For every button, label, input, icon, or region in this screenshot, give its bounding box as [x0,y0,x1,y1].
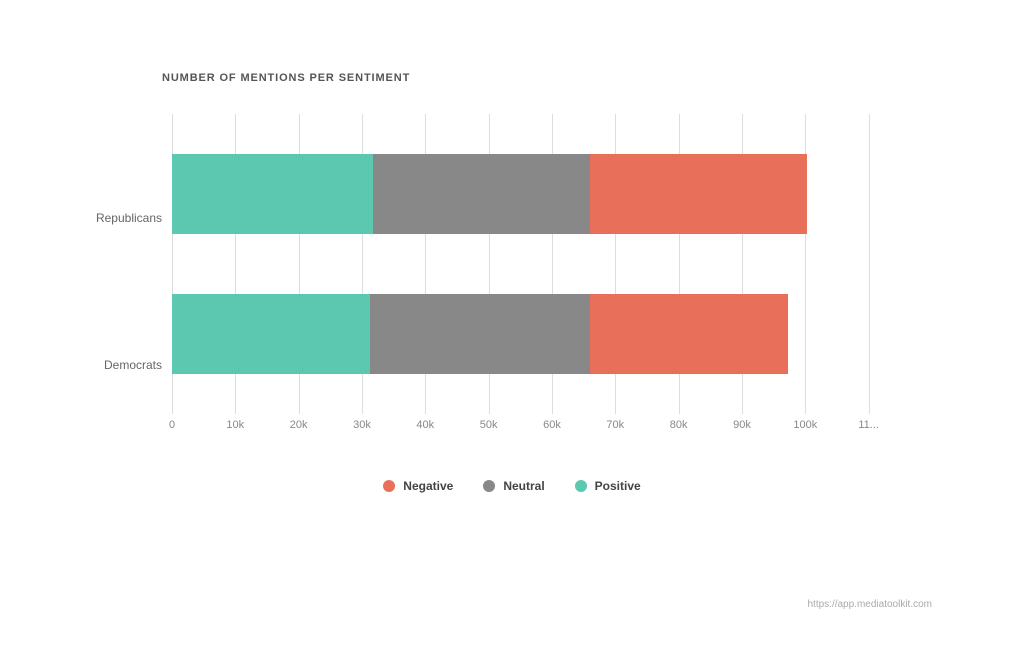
x-tick-60k: 60k [543,419,561,431]
x-tick-70k: 70k [606,419,624,431]
democrats-neutral-bar [370,294,590,374]
x-tick-20k: 20k [290,419,308,431]
chart-title: NUMBER OF MENTIONS PER SENTIMENT [162,72,932,84]
x-axis: 0 10k 20k 30k 40k 50k 60k 70k 80k 90k 10… [172,419,932,439]
bar-democrats [172,294,932,374]
legend-item-positive: Positive [575,479,641,493]
plot-area: 0 10k 20k 30k 40k 50k 60k 70k 80k 90k 10… [172,114,932,439]
x-tick-0: 0 [169,419,175,431]
legend-dot-negative [383,480,395,492]
plot-inner [172,114,932,414]
x-tick-110k: 11... [858,419,879,431]
y-axis-labels: Republicans Democrats [92,114,172,439]
url-text: https://app.mediatoolkit.com [807,599,932,610]
republicans-neutral-bar [373,154,590,234]
republicans-negative-bar [590,154,807,234]
x-tick-40k: 40k [416,419,434,431]
x-tick-90k: 90k [733,419,751,431]
legend-dot-positive [575,480,587,492]
legend-label-positive: Positive [595,479,641,493]
legend-label-negative: Negative [403,479,453,493]
legend-item-neutral: Neutral [483,479,544,493]
x-tick-80k: 80k [670,419,688,431]
chart-container: NUMBER OF MENTIONS PER SENTIMENT Republi… [62,42,962,622]
democrats-positive-bar [172,294,370,374]
legend: Negative Neutral Positive [92,479,932,493]
y-label-democrats: Democrats [92,358,172,372]
bars-wrapper [172,114,932,414]
y-label-republicans: Republicans [92,211,172,225]
x-tick-100k: 100k [793,419,817,431]
x-tick-10k: 10k [226,419,244,431]
x-tick-30k: 30k [353,419,371,431]
republicans-positive-bar [172,154,373,234]
democrats-negative-bar [590,294,788,374]
legend-item-negative: Negative [383,479,453,493]
x-tick-50k: 50k [480,419,498,431]
legend-dot-neutral [483,480,495,492]
legend-label-neutral: Neutral [503,479,544,493]
bar-republicans [172,154,932,234]
